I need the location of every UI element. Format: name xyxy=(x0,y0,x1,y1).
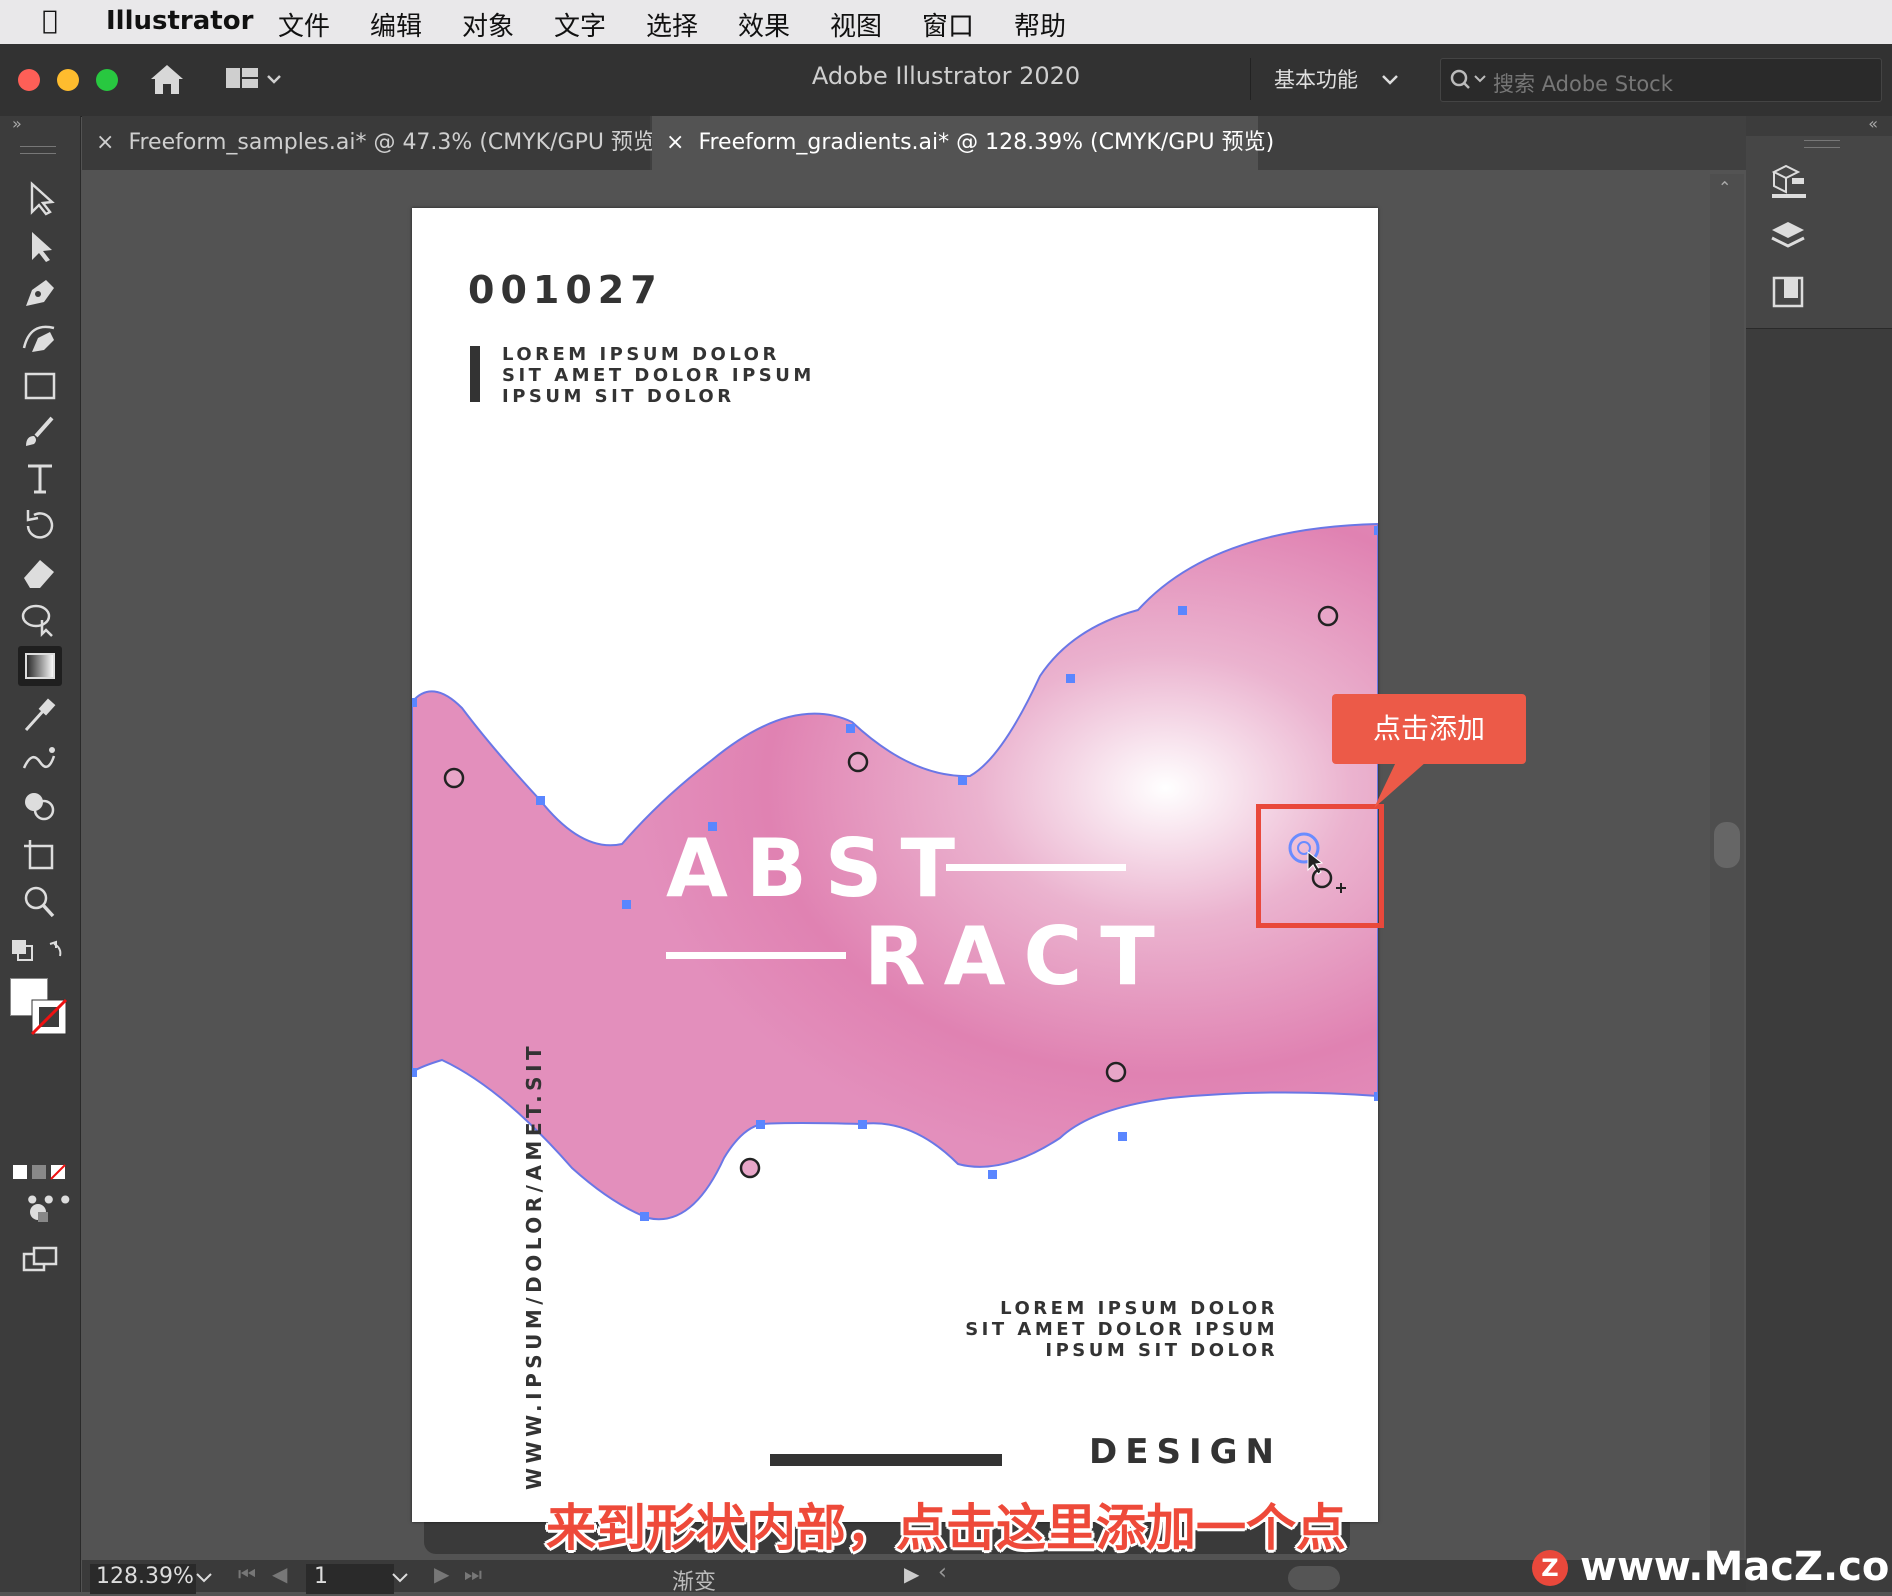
top-text-block: LOREM IPSUM DOLOR SIT AMET DOLOR IPSUM I… xyxy=(502,344,815,407)
workspace-switcher[interactable]: 基本功能 xyxy=(1274,64,1358,94)
swap-fill-stroke-icon[interactable] xyxy=(10,938,70,968)
right-panel-dock: « xyxy=(1746,114,1892,1592)
tab-freeform-samples[interactable]: × Freeform_samples.ai* @ 47.3% (CMYK/GPU … xyxy=(82,116,664,170)
menu-type[interactable]: 文字 xyxy=(554,6,606,43)
poster-number: 001027 xyxy=(468,268,663,312)
symbol-sprayer-tool-icon[interactable] xyxy=(18,740,62,780)
macz-logo-icon: Z xyxy=(1532,1550,1568,1586)
screen-mode-icon[interactable] xyxy=(18,1240,62,1280)
selection-tool-icon[interactable] xyxy=(18,178,62,218)
layers-panel-icon[interactable] xyxy=(1768,216,1812,256)
rectangle-tool-icon[interactable] xyxy=(18,366,62,406)
headline-ract: RACT xyxy=(864,910,1173,1003)
vertical-url: WWW.IPSUM/DOLOR/AMET.SIT xyxy=(522,1041,546,1490)
grip-icon[interactable] xyxy=(1804,140,1840,148)
rotate-tool-icon[interactable] xyxy=(18,506,62,546)
chevron-down-icon[interactable] xyxy=(390,1570,410,1586)
text-line: SIT AMET DOLOR IPSUM xyxy=(502,365,815,386)
callout-pointer xyxy=(1374,762,1426,808)
menu-help[interactable]: 帮助 xyxy=(1014,6,1066,43)
paintbrush-tool-icon[interactable] xyxy=(18,412,62,452)
document-tabs: × Freeform_samples.ai* @ 47.3% (CMYK/GPU … xyxy=(82,116,1746,170)
bottom-text-block: LOREM IPSUM DOLOR SIT AMET DOLOR IPSUM I… xyxy=(965,1298,1278,1361)
search-placeholder: 搜索 Adobe Stock xyxy=(1493,72,1673,96)
menu-select[interactable]: 选择 xyxy=(646,6,698,43)
vertical-scrollbar[interactable]: ⌃ xyxy=(1710,174,1744,1558)
artboard-tool-icon[interactable] xyxy=(18,834,62,874)
grip-icon[interactable] xyxy=(20,146,56,154)
menu-file[interactable]: 文件 xyxy=(278,6,330,43)
artboard: 001027 LOREM IPSUM DOLOR SIT AMET DOLOR … xyxy=(412,208,1378,1522)
application-bar: Adobe Illustrator 2020 基本功能 搜索 Adobe Sto… xyxy=(0,44,1892,117)
collapse-toolbar-icon[interactable]: » xyxy=(12,114,22,133)
scroll-up-icon[interactable]: ⌃ xyxy=(1718,178,1731,197)
apple-icon[interactable]:  xyxy=(42,6,58,36)
status-bar: 128.39% ⏮ ◀ 1 ▶ ⏭ 渐变 ▶ ‹ xyxy=(82,1560,1746,1595)
gradient-tool-icon[interactable] xyxy=(18,646,62,686)
search-icon xyxy=(1450,69,1486,89)
chevron-down-icon[interactable] xyxy=(1380,72,1400,88)
scrollbar-thumb[interactable] xyxy=(1714,822,1740,868)
design-label: DESIGN xyxy=(1089,1432,1282,1472)
current-tool-label: 渐变 xyxy=(672,1570,717,1595)
next-artboard-icon[interactable]: ▶ xyxy=(434,1562,449,1586)
watermark: www.MacZ.com xyxy=(1580,1544,1892,1590)
text-line: LOREM IPSUM DOLOR xyxy=(1000,1298,1278,1319)
stock-search-field[interactable]: 搜索 Adobe Stock xyxy=(1440,58,1882,102)
eraser-tool-icon[interactable] xyxy=(18,552,62,592)
last-artboard-icon[interactable]: ⏭ xyxy=(464,1562,482,1586)
close-tab-icon[interactable]: × xyxy=(96,130,114,155)
text-line: SIT AMET DOLOR IPSUM xyxy=(965,1319,1278,1340)
scroll-left-icon[interactable]: ‹ xyxy=(938,1560,947,1585)
type-tool-icon[interactable] xyxy=(18,458,62,498)
text-accent-bar xyxy=(470,346,480,402)
menu-view[interactable]: 视图 xyxy=(830,6,882,43)
tab-label: Freeform_gradients.ai* @ 128.39% (CMYK/G… xyxy=(698,130,1275,155)
pen-tool-icon[interactable] xyxy=(18,272,62,312)
tools-panel: » ••• xyxy=(0,114,81,1592)
artboard-number-field[interactable]: 1 xyxy=(306,1564,394,1594)
curvature-tool-icon[interactable] xyxy=(18,318,62,358)
properties-panel-icon[interactable] xyxy=(1768,272,1812,312)
text-line: IPSUM SIT DOLOR xyxy=(502,386,735,407)
color-mode-icons[interactable] xyxy=(12,1162,68,1182)
collapse-panels-icon[interactable]: « xyxy=(1868,114,1878,133)
menu-window[interactable]: 窗口 xyxy=(922,6,974,43)
libraries-panel-icon[interactable] xyxy=(1768,160,1812,200)
previous-artboard-icon[interactable]: ◀ xyxy=(272,1562,287,1586)
headline-abst: ABST xyxy=(666,822,974,915)
zoom-tool-icon[interactable] xyxy=(18,882,62,922)
headline-rule-bottom xyxy=(666,952,846,959)
direct-selection-tool-icon[interactable] xyxy=(18,226,62,266)
puppet-warp-tool-icon[interactable] xyxy=(18,598,62,638)
menu-edit[interactable]: 编辑 xyxy=(370,6,422,43)
tab-freeform-gradients[interactable]: × Freeform_gradients.ai* @ 128.39% (CMYK/… xyxy=(652,116,1274,170)
chevron-down-icon[interactable] xyxy=(194,1570,214,1586)
text-line: LOREM IPSUM DOLOR xyxy=(502,344,780,365)
menu-object[interactable]: 对象 xyxy=(462,6,514,43)
stroke-color-swatch[interactable] xyxy=(30,998,70,1038)
first-artboard-icon[interactable]: ⏮ xyxy=(238,1562,256,1586)
shape-builder-tool-icon[interactable] xyxy=(18,786,62,826)
zoom-level-field[interactable]: 128.39% xyxy=(90,1564,196,1594)
horizontal-scrollbar-thumb[interactable] xyxy=(1288,1566,1340,1590)
divider xyxy=(1250,58,1251,100)
text-line: IPSUM SIT DOLOR xyxy=(1045,1340,1278,1361)
status-menu-icon[interactable]: ▶ xyxy=(904,1562,919,1586)
eyedropper-tool-icon[interactable] xyxy=(18,694,62,734)
panel-icons-group xyxy=(1746,136,1892,329)
menu-bar:  Illustrator 文件 编辑 对象 文字 选择 效果 视图 窗口 帮助 xyxy=(0,0,1892,44)
callout-label: 点击添加 xyxy=(1332,694,1526,764)
menu-effect[interactable]: 效果 xyxy=(738,6,790,43)
app-name-menu[interactable]: Illustrator xyxy=(106,6,253,36)
tab-label: Freeform_samples.ai* @ 47.3% (CMYK/GPU 预… xyxy=(128,130,664,155)
highlight-box xyxy=(1256,804,1384,928)
close-tab-icon[interactable]: × xyxy=(666,130,684,155)
bottom-rule xyxy=(770,1454,1002,1466)
more-tools-icon[interactable]: ••• xyxy=(24,1184,74,1217)
